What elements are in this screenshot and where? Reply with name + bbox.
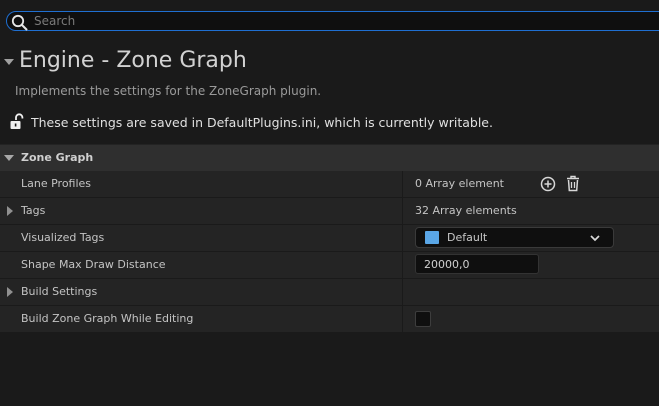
trash-icon[interactable] <box>566 175 580 192</box>
expand-arrow-icon[interactable] <box>7 287 13 297</box>
property-label: Visualized Tags <box>21 231 105 244</box>
search-bar[interactable] <box>6 11 659 31</box>
chevron-down-icon <box>590 235 600 242</box>
property-name-cell: Build Zone Graph While Editing <box>0 306 403 332</box>
collapse-arrow-icon[interactable] <box>4 59 14 65</box>
category-label: Zone Graph <box>21 151 94 164</box>
property-name-cell: Shape Max Draw Distance <box>0 252 403 278</box>
shape-max-draw-distance-input[interactable]: 20000,0 <box>415 254 539 274</box>
property-name-cell: Visualized Tags <box>0 225 403 251</box>
search-icon <box>11 14 28 31</box>
unlocked-icon <box>10 113 24 129</box>
property-row-shape-max-draw-distance: Shape Max Draw Distance 20000,0 <box>0 252 659 279</box>
expand-arrow-icon[interactable] <box>7 206 13 216</box>
property-value-cell: Default <box>403 225 659 251</box>
property-label: Shape Max Draw Distance <box>21 258 166 271</box>
collapse-arrow-icon[interactable] <box>4 155 14 161</box>
property-name-cell: Build Settings <box>0 279 403 305</box>
visualized-tags-dropdown[interactable]: Default <box>415 227 614 248</box>
add-circle-icon[interactable] <box>540 176 556 192</box>
property-row-tags: Tags 32 Array elements <box>0 198 659 225</box>
property-name-cell: Tags <box>0 198 403 224</box>
property-row-lane-profiles: Lane Profiles 0 Array element <box>0 171 659 198</box>
dropdown-selected-value: Default <box>447 231 488 244</box>
array-count-text: 32 Array elements <box>415 204 517 217</box>
tag-color-swatch <box>425 231 439 244</box>
page-description: Implements the settings for the ZoneGrap… <box>15 84 322 98</box>
property-label: Build Zone Graph While Editing <box>21 312 194 325</box>
array-count-text: 0 Array element <box>415 177 504 190</box>
property-value-cell <box>403 279 659 305</box>
numeric-value: 20000,0 <box>424 258 470 271</box>
property-label: Build Settings <box>21 285 98 298</box>
property-value-cell: 20000,0 <box>403 252 659 278</box>
build-while-editing-checkbox[interactable] <box>415 311 431 327</box>
property-value-cell: 0 Array element <box>403 171 659 197</box>
property-value-cell <box>403 306 659 332</box>
config-status-text: These settings are saved in DefaultPlugi… <box>31 115 493 130</box>
property-value-cell: 32 Array elements <box>403 198 659 224</box>
category-zone-graph[interactable]: Zone Graph <box>0 144 659 171</box>
property-row-build-settings: Build Settings <box>0 279 659 306</box>
page-title: Engine - Zone Graph <box>19 48 247 73</box>
property-label: Tags <box>21 204 46 217</box>
search-input[interactable] <box>34 13 634 29</box>
property-name-cell: Lane Profiles <box>0 171 403 197</box>
property-row-visualized-tags: Visualized Tags Default <box>0 225 659 252</box>
property-table: Lane Profiles 0 Array element Tags 32 Ar… <box>0 171 659 333</box>
property-row-build-zone-graph-while-editing: Build Zone Graph While Editing <box>0 306 659 333</box>
property-label: Lane Profiles <box>21 177 92 190</box>
